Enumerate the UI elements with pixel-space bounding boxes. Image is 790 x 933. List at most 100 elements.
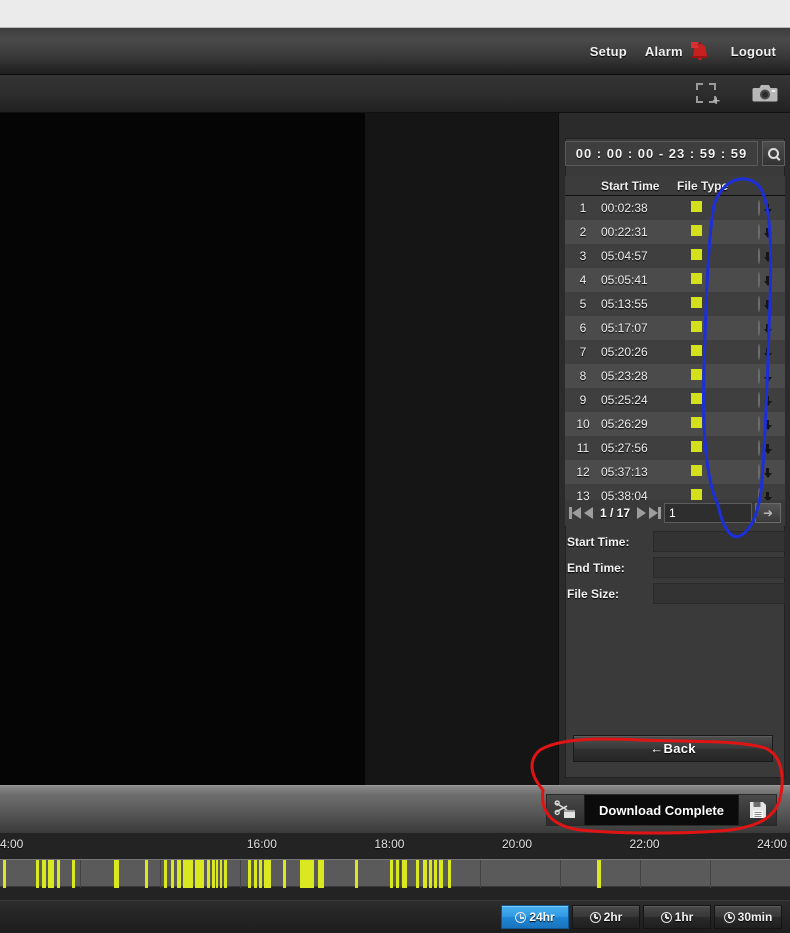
timeline-recording-segment[interactable] [145, 860, 148, 888]
file-type-swatch [691, 441, 702, 452]
video-pane-secondary[interactable] [365, 113, 558, 785]
crop-region-icon[interactable]: + [696, 83, 720, 107]
download-icon[interactable] [758, 200, 760, 216]
timeline-recording-segment[interactable] [216, 860, 218, 888]
row-index: 2 [579, 225, 587, 239]
timeline-recording-segment[interactable] [355, 860, 358, 888]
timeline-recording-segment[interactable] [48, 860, 54, 888]
timeline-recording-segment[interactable] [114, 860, 119, 888]
timeline-recording-segment[interactable] [72, 860, 75, 888]
table-row[interactable]: 8 05:23:28 [565, 364, 785, 388]
timeline-ruler: 4:00 16:00 18:00 20:00 22:00 24:00 [0, 833, 790, 859]
timeline-zoom-button-30min[interactable]: 30min [714, 905, 782, 929]
download-icon[interactable] [758, 440, 760, 456]
table-row[interactable]: 10 05:26:29 [565, 412, 785, 436]
download-icon[interactable] [758, 368, 760, 384]
row-download-cell[interactable] [735, 296, 783, 312]
download-icon[interactable] [758, 272, 760, 288]
go-arrow-icon[interactable]: ➜ [755, 503, 781, 523]
timeline-recording-segment[interactable] [390, 860, 393, 888]
timeline-recording-segment[interactable] [264, 860, 271, 888]
time-range-input[interactable]: 00 : 00 : 00 - 23 : 59 : 59 [565, 140, 758, 166]
row-download-cell[interactable] [735, 200, 783, 216]
row-download-cell[interactable] [735, 440, 783, 456]
table-row[interactable]: 3 05:04:57 [565, 244, 785, 268]
timeline-recording-segment[interactable] [396, 860, 399, 888]
timeline-recording-segment[interactable] [183, 860, 193, 888]
page-number-input[interactable] [664, 503, 752, 523]
timeline-recording-segment[interactable] [164, 860, 167, 888]
timeline-recording-segment[interactable] [259, 860, 262, 888]
timeline-recording-segment[interactable] [416, 860, 419, 888]
download-icon[interactable] [758, 392, 760, 408]
timeline-recording-segment[interactable] [3, 860, 6, 888]
timeline-zoom-button-1hr[interactable]: 1hr [643, 905, 711, 929]
timeline-recording-segment[interactable] [283, 860, 286, 888]
timeline-recording-segment[interactable] [439, 860, 443, 888]
timeline-recording-segment[interactable] [171, 860, 174, 888]
setup-link[interactable]: Setup [590, 44, 627, 59]
search-button[interactable] [762, 140, 785, 166]
row-download-cell[interactable] [735, 344, 783, 360]
table-row[interactable]: 11 05:27:56 [565, 436, 785, 460]
timeline-track[interactable] [0, 859, 790, 888]
row-download-cell[interactable] [735, 464, 783, 480]
back-button[interactable]: ←Back [573, 735, 773, 762]
alarm-group[interactable]: Alarm [645, 41, 713, 63]
download-icon[interactable] [758, 296, 760, 312]
timeline-recording-segment[interactable] [597, 860, 601, 888]
table-row[interactable]: 6 05:17:07 [565, 316, 785, 340]
timeline-recording-segment[interactable] [195, 860, 204, 888]
timeline-recording-segment[interactable] [42, 860, 46, 888]
timeline-recording-segment[interactable] [212, 860, 215, 888]
table-row[interactable]: 5 05:13:55 [565, 292, 785, 316]
row-download-cell[interactable] [735, 320, 783, 336]
logout-link[interactable]: Logout [731, 44, 776, 59]
row-download-cell[interactable] [735, 368, 783, 384]
download-icon[interactable] [758, 248, 760, 264]
download-icon[interactable] [758, 464, 760, 480]
timeline-recording-segment[interactable] [207, 860, 210, 888]
timeline-recording-segment[interactable] [224, 860, 227, 888]
timeline-recording-segment[interactable] [423, 860, 427, 888]
row-download-cell[interactable] [735, 248, 783, 264]
camera-snapshot-icon[interactable] [752, 83, 778, 106]
timeline-zoom-button-24hr[interactable]: 24hr [501, 905, 569, 929]
timeline-recording-segment[interactable] [177, 860, 181, 888]
video-pane-main[interactable] [0, 113, 365, 785]
table-row[interactable]: 12 05:37:13 [565, 460, 785, 484]
row-download-cell[interactable] [735, 272, 783, 288]
timeline-recording-segment[interactable] [402, 860, 407, 888]
row-download-cell[interactable] [735, 224, 783, 240]
row-download-cell[interactable] [735, 416, 783, 432]
timeline-recording-segment[interactable] [448, 860, 451, 888]
download-icon[interactable] [758, 320, 760, 336]
timeline-recording-segment[interactable] [220, 860, 222, 888]
row-download-cell[interactable] [735, 392, 783, 408]
previous-page-icon[interactable] [584, 507, 593, 519]
table-row[interactable]: 4 05:05:41 [565, 268, 785, 292]
timeline-recording-segment[interactable] [434, 860, 437, 888]
file-type-swatch [691, 201, 702, 212]
floppy-save-icon[interactable] [738, 795, 776, 825]
timeline-recording-segment[interactable] [57, 860, 60, 888]
timeline-zoom-button-2hr[interactable]: 2hr [572, 905, 640, 929]
timeline-recording-segment[interactable] [300, 860, 314, 888]
timeline-recording-segment[interactable] [429, 860, 432, 888]
timeline-recording-segment[interactable] [36, 860, 39, 888]
table-row[interactable]: 9 05:25:24 [565, 388, 785, 412]
timeline-recording-segment[interactable] [318, 860, 324, 888]
next-page-icon[interactable] [637, 507, 647, 519]
timeline-recording-segment[interactable] [254, 860, 257, 888]
download-icon[interactable] [758, 416, 760, 432]
table-row[interactable]: 2 00:22:31 [565, 220, 785, 244]
first-page-icon[interactable] [569, 507, 581, 519]
download-icon[interactable] [758, 344, 760, 360]
alarm-link[interactable]: Alarm [645, 44, 683, 59]
last-page-icon[interactable] [649, 507, 662, 519]
table-row[interactable]: 1 00:02:38 [565, 196, 785, 220]
timeline-recording-segment[interactable] [248, 860, 251, 888]
table-row[interactable]: 7 05:20:26 [565, 340, 785, 364]
scissors-clip-icon[interactable] [547, 795, 586, 825]
download-icon[interactable] [758, 224, 760, 240]
